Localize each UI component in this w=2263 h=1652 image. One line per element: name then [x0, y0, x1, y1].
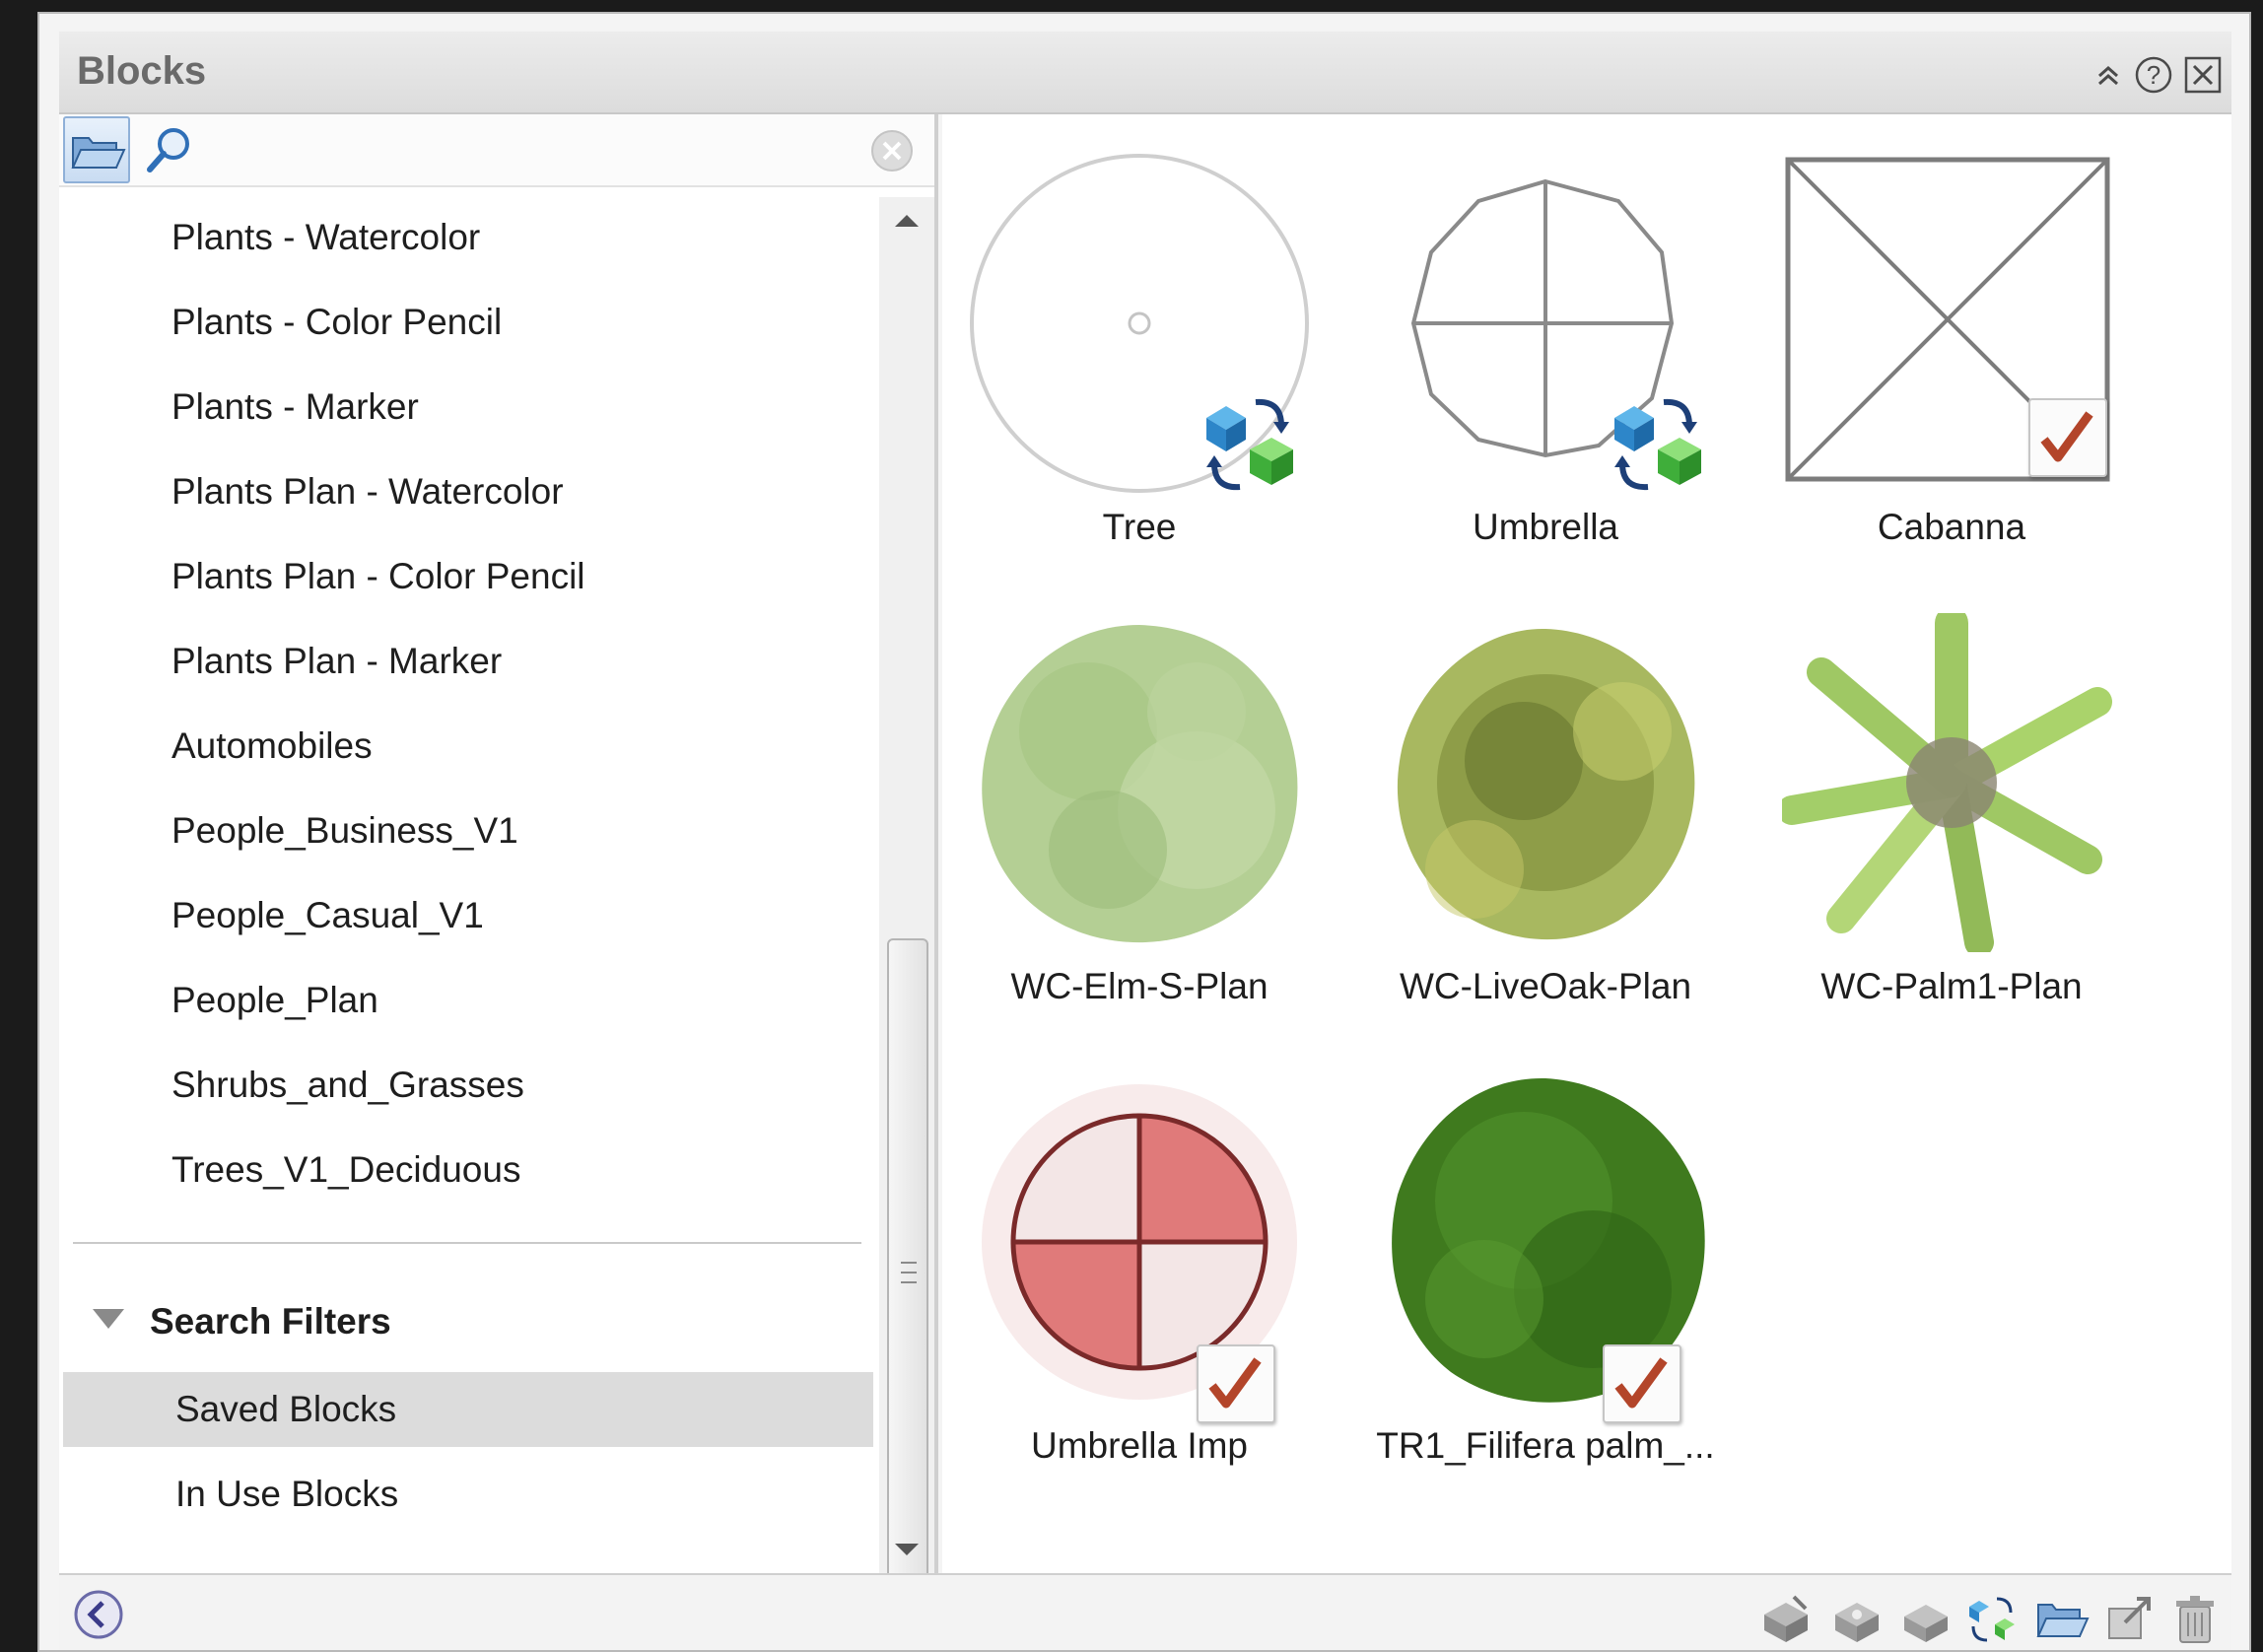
block-label: WC-Palm1-Plan [1820, 966, 2083, 1006]
block-label: TR1_Filifera palm_... [1376, 1425, 1715, 1466]
block-tile[interactable]: WC-Palm1-Plan [1754, 599, 2149, 1033]
search-filters-header[interactable]: Search Filters [59, 1287, 877, 1358]
folder-icon[interactable] [2034, 1593, 2090, 1644]
library-item[interactable]: Plants Plan - Watercolor [59, 449, 877, 534]
panel-titlebar: Blocks ? [59, 32, 2231, 114]
search-input[interactable] [207, 124, 897, 175]
library-toolbar [59, 114, 934, 187]
scroll-down-icon[interactable] [895, 1544, 919, 1555]
block-tile[interactable]: Tree [942, 140, 1337, 574]
library-item[interactable]: People_Casual_V1 [59, 873, 877, 958]
block-tile[interactable]: WC-Elm-S-Plan [942, 599, 1337, 1033]
filter-in-use-blocks[interactable]: In Use Blocks [63, 1457, 873, 1532]
block-label: Tree [1102, 507, 1177, 547]
library-item[interactable]: People_Business_V1 [59, 789, 877, 873]
library-item[interactable]: Trees_V1_Deciduous [59, 1128, 877, 1212]
clear-icon[interactable] [869, 128, 915, 173]
filter-saved-blocks[interactable]: Saved Blocks [63, 1372, 873, 1447]
grip-icon [901, 1262, 917, 1283]
block-label: Umbrella Imp [1031, 1425, 1248, 1466]
scroll-up-icon[interactable] [895, 215, 919, 227]
block-label: WC-LiveOak-Plan [1399, 966, 1692, 1006]
sync-icon[interactable] [1965, 1593, 2021, 1644]
search-filters-list: Saved Blocks In Use Blocks [59, 1372, 877, 1542]
back-arrow-icon[interactable] [73, 1589, 124, 1640]
palm-watercolor-thumbnail [1782, 613, 2112, 952]
checkmark-icon [1197, 1344, 1275, 1423]
sync-icon [1614, 398, 1701, 491]
block-tile[interactable]: TR1_Filifera palm_... [1348, 1059, 1743, 1492]
library-item[interactable]: Shrubs_and_Grasses [59, 1043, 877, 1128]
bottom-toolbar [59, 1573, 2231, 1650]
place-block-icon[interactable] [1758, 1593, 1814, 1644]
library-item[interactable]: People_Plan [59, 958, 877, 1043]
sync-icon [1206, 398, 1293, 491]
library-item[interactable]: Plants - Marker [59, 365, 877, 449]
explode-block-icon[interactable] [1829, 1593, 1885, 1644]
checkmark-icon [1603, 1344, 1681, 1423]
close-icon[interactable] [2182, 55, 2224, 95]
search-filters-label: Search Filters [150, 1301, 391, 1342]
library-list: Plants - Watercolor Plants - Color Penci… [59, 195, 877, 1212]
block-tile[interactable]: WC-LiveOak-Plan [1348, 599, 1743, 1033]
library-item[interactable]: Automobiles [59, 704, 877, 789]
expand-triangle-icon[interactable] [93, 1309, 124, 1329]
liveoak-watercolor-thumbnail [1397, 628, 1695, 940]
library-item[interactable]: Plants Plan - Color Pencil [59, 534, 877, 619]
folder-open-icon[interactable] [63, 116, 130, 183]
panel-title: Blocks [77, 49, 207, 93]
magnifier-icon[interactable] [140, 120, 199, 179]
checkmark-icon [2028, 398, 2107, 477]
edit-block-icon[interactable] [1898, 1593, 1954, 1644]
trash-icon[interactable] [2168, 1593, 2224, 1644]
block-label: WC-Elm-S-Plan [1010, 966, 1269, 1006]
library-item[interactable]: Plants - Color Pencil [59, 280, 877, 365]
blocks-grid: Tree Umbrella Cabanna WC-Elm-S-Plan WC-L… [942, 114, 2231, 1573]
library-scrollbar[interactable] [879, 197, 934, 1607]
block-tile[interactable]: Umbrella Imp [942, 1059, 1337, 1492]
block-label: Cabanna [1877, 507, 2026, 547]
collapse-icon[interactable] [2088, 55, 2129, 95]
section-divider [73, 1242, 861, 1244]
elm-watercolor-thumbnail [982, 625, 1298, 943]
blocks-panel: Blocks ? Plants - Watercolor Plants - Co… [37, 12, 2251, 1652]
library-item[interactable]: Plants - Watercolor [59, 195, 877, 280]
export-icon[interactable] [2103, 1593, 2159, 1644]
block-tile[interactable]: Umbrella [1348, 140, 1743, 574]
library-item[interactable]: Plants Plan - Marker [59, 619, 877, 704]
svg-text:?: ? [2147, 60, 2160, 90]
library-pane: Plants - Watercolor Plants - Color Penci… [59, 114, 938, 1607]
block-label: Umbrella [1472, 507, 1619, 547]
block-tile[interactable]: Cabanna [1754, 140, 2149, 574]
help-icon[interactable]: ? [2133, 55, 2174, 95]
scroll-thumb[interactable] [887, 938, 928, 1607]
